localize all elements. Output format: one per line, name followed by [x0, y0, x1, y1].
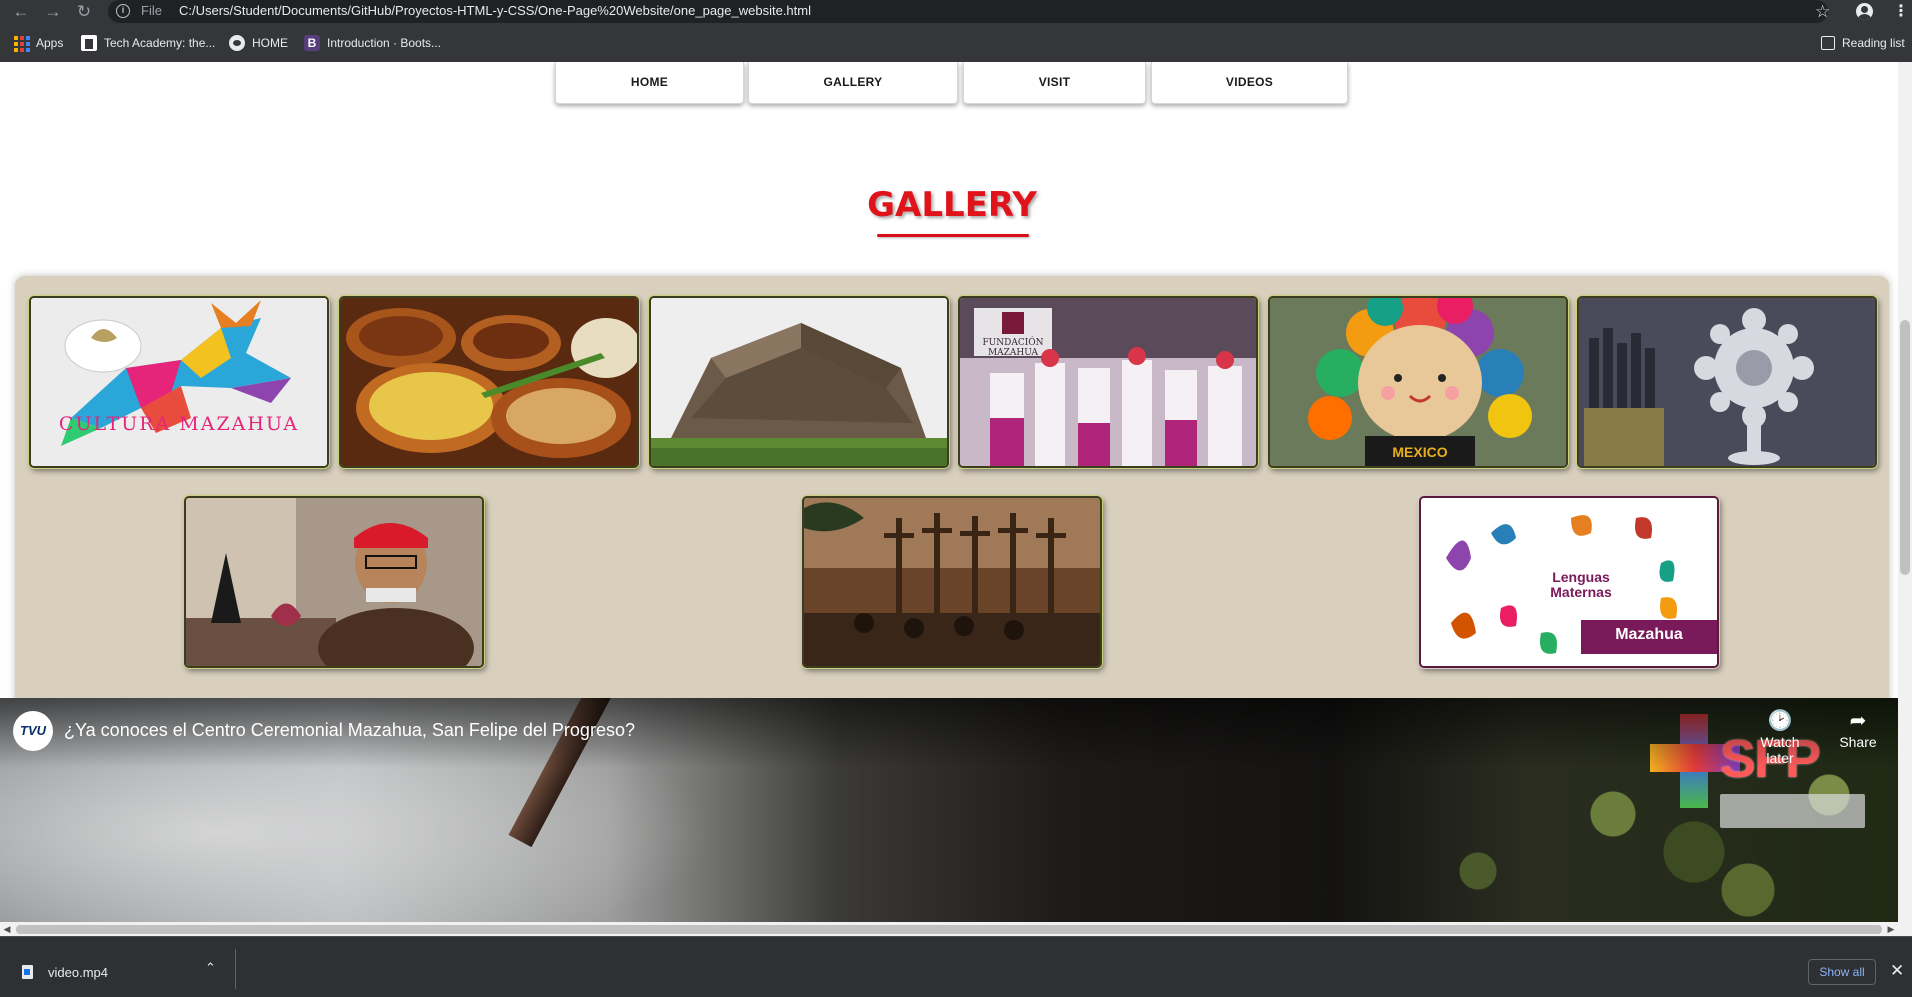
reload-icon[interactable]: ↻: [72, 0, 96, 24]
back-icon[interactable]: ←: [9, 0, 33, 24]
forward-icon[interactable]: →: [41, 0, 65, 24]
show-all-button[interactable]: Show all: [1808, 959, 1876, 985]
sfp-logo-plate: [1720, 794, 1865, 828]
watch-later-button[interactable]: 🕑 Watch later: [1745, 710, 1815, 766]
gallery-image-painting[interactable]: [802, 496, 1102, 668]
nav-gallery-button[interactable]: GALLERY: [748, 62, 958, 104]
nav-videos-button[interactable]: VIDEOS: [1151, 62, 1348, 104]
share-icon: ➦: [1849, 710, 1867, 732]
bookmark-label: Tech Academy: the...: [104, 36, 216, 50]
bookmark-bootstrap[interactable]: B Introduction · Boots...: [304, 33, 441, 53]
vertical-scroll-thumb[interactable]: [1900, 320, 1910, 575]
image-caption-tag: Mazahua: [1615, 626, 1683, 643]
gallery-heading: GALLERY: [867, 185, 1037, 225]
horizontal-scroll-thumb[interactable]: [16, 925, 1882, 934]
artisan-icon: [186, 498, 482, 666]
horizontal-scrollbar[interactable]: ◀ ▶: [0, 922, 1912, 936]
channel-avatar[interactable]: TVU: [13, 711, 53, 751]
browser-address-bar: ← → ↻ i File C:/Users/Student/Documents/…: [0, 0, 1912, 24]
gallery-image-food[interactable]: [339, 296, 639, 468]
share-button[interactable]: ➦ Share: [1823, 710, 1893, 750]
reading-list-button[interactable]: Reading list: [1821, 33, 1905, 53]
star-icon[interactable]: ☆: [1815, 0, 1830, 23]
scroll-left-icon[interactable]: ◀: [0, 922, 14, 936]
pyramid-icon: [651, 298, 947, 466]
gallery-image-cultura-mazahua[interactable]: CULTURA MAZAHUA: [29, 296, 329, 468]
rag-doll-icon: [1270, 298, 1566, 466]
bookmark-label: Introduction · Boots...: [327, 36, 442, 50]
file-icon: [22, 965, 33, 979]
clock-icon: 🕑: [1767, 710, 1793, 732]
heading-underline: [877, 234, 1029, 237]
profile-icon[interactable]: [1856, 3, 1873, 20]
close-icon[interactable]: ✕: [1890, 961, 1904, 981]
bookmark-label: Apps: [36, 36, 64, 50]
painting-icon: [804, 498, 1100, 666]
tech-academy-icon: [81, 35, 97, 51]
video-player[interactable]: SFP TVU ¿Ya conoces el Centro Ceremonial…: [0, 698, 1904, 922]
url-text[interactable]: C:/Users/Student/Documents/GitHub/Proyec…: [179, 3, 811, 18]
vertical-scrollbar[interactable]: [1898, 62, 1912, 922]
food-dishes-icon: [341, 298, 637, 466]
info-icon[interactable]: i: [116, 4, 130, 18]
gallery-image-pyramid[interactable]: [649, 296, 949, 468]
gallery-image-lenguas[interactable]: Lenguas Maternas Mazahua: [1419, 496, 1719, 668]
nav-visit-button[interactable]: VISIT: [963, 62, 1146, 104]
image-caption: MEXICO: [1392, 444, 1448, 460]
dancers-icon: [960, 298, 1256, 466]
bookmark-apps[interactable]: Apps: [13, 33, 63, 53]
downloads-bar: video.mp4 ⌃ Show all ✕: [0, 936, 1912, 997]
video-title[interactable]: ¿Ya conoces el Centro Ceremonial Mazahua…: [64, 720, 635, 741]
gallery-image-silver[interactable]: [1577, 296, 1877, 468]
bookmark-home[interactable]: HOME: [229, 33, 288, 53]
menu-icon[interactable]: ⋮: [1893, 0, 1909, 23]
nav-home-button[interactable]: HOME: [555, 62, 744, 104]
reading-list-icon: [1821, 36, 1835, 50]
apps-icon: [13, 35, 30, 52]
gallery-panel: CULTURA MAZAHUA FUNDACIÓN MAZAHUA MEXICO…: [15, 276, 1889, 766]
gallery-image-doll[interactable]: MEXICO: [1268, 296, 1568, 468]
url-scheme: File: [141, 3, 162, 18]
deer-logo-icon: [31, 298, 327, 466]
share-label: Share: [1839, 734, 1877, 750]
download-file-name[interactable]: video.mp4: [48, 965, 108, 980]
gallery-image-artisan[interactable]: [184, 496, 484, 668]
image-caption: FUNDACIÓN MAZAHUA: [982, 338, 1044, 358]
bootstrap-icon: B: [304, 35, 320, 51]
scroll-right-icon[interactable]: ▶: [1884, 922, 1898, 936]
bookmarks-bar: Apps Tech Academy: the... HOME B Introdu…: [0, 24, 1912, 62]
reading-list-label: Reading list: [1842, 36, 1905, 50]
image-caption: CULTURA MAZAHUA: [58, 413, 300, 435]
bookmark-tech-academy[interactable]: Tech Academy: the...: [81, 33, 215, 53]
bookmark-label: HOME: [252, 36, 288, 50]
globe-icon: [229, 35, 245, 51]
silver-ornament-icon: [1579, 298, 1875, 466]
watch-later-label: Watch later: [1760, 734, 1800, 766]
chevron-up-icon[interactable]: ⌃: [205, 960, 216, 976]
divider: [235, 949, 236, 989]
image-caption: Lenguas Maternas: [1550, 569, 1612, 600]
gallery-image-dancers[interactable]: FUNDACIÓN MAZAHUA: [958, 296, 1258, 468]
page-viewport: HOME GALLERY VISIT VIDEOS GALLERY CULTUR…: [0, 62, 1912, 936]
